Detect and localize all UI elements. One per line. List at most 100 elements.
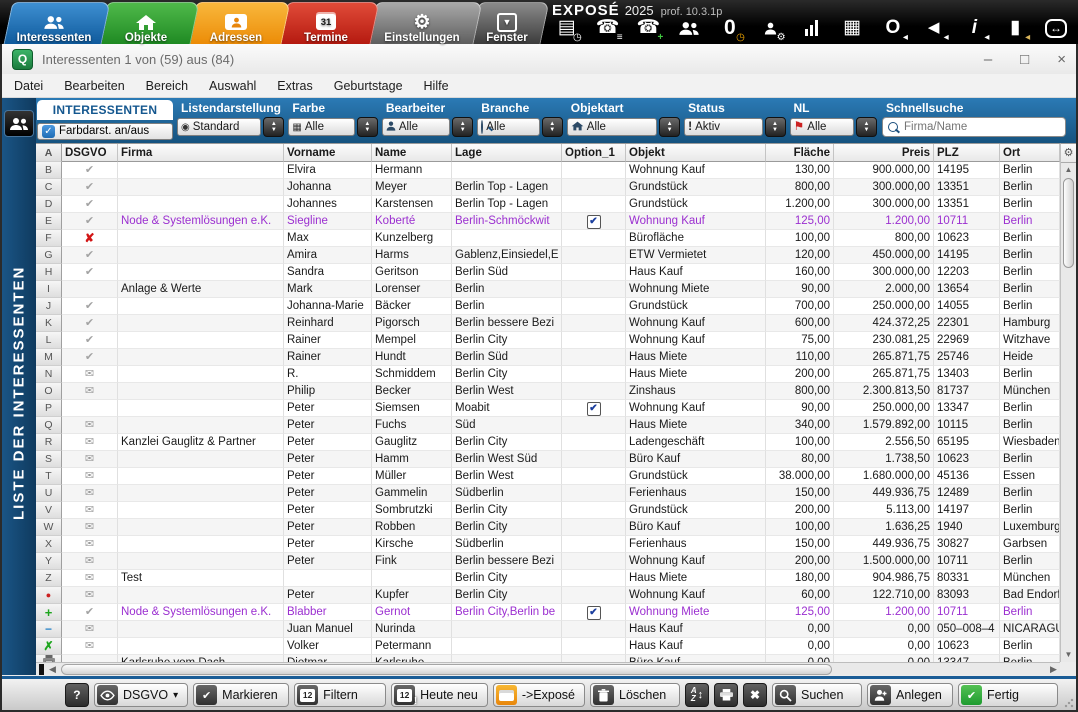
cell-objekt[interactable]: Ferienhaus [626,536,766,553]
toolbar-button-heute-neu[interactable]: 12! Heute neu [391,683,488,707]
cell-vorname[interactable]: Peter [284,536,372,553]
cell-vorname[interactable]: Siegline [284,213,372,230]
cell-ort[interactable]: Berlin [1000,298,1060,315]
cell-option1[interactable] [562,196,626,213]
cell-flaeche[interactable]: 150,00 [766,536,834,553]
cell-plz[interactable]: 10711 [934,604,1000,621]
cell-plz[interactable]: 14055 [934,298,1000,315]
cell-objekt[interactable]: Wohnung Kauf [626,587,766,604]
cell-plz[interactable]: 12489 [934,485,1000,502]
main-tab-termine[interactable]: 31 Termine [278,0,380,44]
cell-vorname[interactable]: Reinhard [284,315,372,332]
cell-dsgvo[interactable] [62,400,118,417]
cell-vorname[interactable]: Peter [284,468,372,485]
cell-name[interactable]: Kunzelberg [372,230,452,247]
cell-objekt[interactable]: Grundstück [626,298,766,315]
option1-checkbox-icon[interactable]: ✔ [586,606,601,620]
cell-preis[interactable]: 300.000,00 [834,196,934,213]
cell-objekt[interactable]: Wohnung Miete [626,604,766,621]
cell-firma[interactable] [118,468,284,485]
cell-preis[interactable]: 300.000,00 [834,264,934,281]
column-header-lage[interactable]: Lage [452,144,562,162]
scroll-left-icon[interactable]: ◀ [46,664,59,675]
column-header-preis[interactable]: Preis [834,144,934,162]
filter-spinner-icon[interactable]: ▲ ▼ [764,117,786,137]
remote-access-icon[interactable]: ↔ [1042,14,1070,42]
cell-preis[interactable]: 230.081,25 [834,332,934,349]
cell-vorname[interactable] [284,570,372,587]
cell-vorname[interactable]: Max [284,230,372,247]
cell-vorname[interactable]: Johannes [284,196,372,213]
filter-spinner-icon[interactable]: ▲ ▼ [263,117,285,137]
cell-firma[interactable]: Anlage & Werte [118,281,284,298]
cell-name[interactable]: Müller [372,468,452,485]
outlook-icon[interactable]: O ◂ [879,14,908,43]
cell-plz[interactable]: 25746 [934,349,1000,366]
column-header-plz[interactable]: PLZ [934,144,1000,162]
cell-plz[interactable]: 22969 [934,332,1000,349]
cell-name[interactable]: Kupfer [372,587,452,604]
cell-lage[interactable]: Südberlin [452,536,562,553]
cell-flaeche[interactable]: 60,00 [766,587,834,604]
cell-dsgvo[interactable]: ✉ [62,383,118,400]
main-tab-interessenten[interactable]: Interessenten [3,0,111,44]
cell-option1[interactable] [562,553,626,570]
cell-lage[interactable]: Süd [452,417,562,434]
cell-name[interactable]: Petermann [372,638,452,655]
cell-dsgvo[interactable]: ✉ [62,468,118,485]
column-header-vorname[interactable]: Vorname [284,144,372,162]
alpha-index-dot[interactable]: ● [36,587,62,604]
phone-list-icon[interactable]: ☎ ≡ [594,14,623,43]
cell-ort[interactable]: Berlin [1000,502,1060,519]
vertical-scrollbar[interactable]: ⚙ ▲ ▼ [1060,143,1076,662]
main-tab-fenster[interactable]: ▼ Fenster [470,0,550,44]
cell-option1[interactable] [562,179,626,196]
cell-dsgvo[interactable]: ✉ [62,638,118,655]
cell-plz[interactable]: 10711 [934,553,1000,570]
alpha-index-J[interactable]: J [36,298,62,315]
cell-vorname[interactable]: Johanna-Marie [284,298,372,315]
cell-name[interactable]: Karstensen [372,196,452,213]
cell-firma[interactable] [118,230,284,247]
cell-vorname[interactable]: Peter [284,485,372,502]
cell-plz[interactable]: 81737 [934,383,1000,400]
cell-objekt[interactable]: Wohnung Kauf [626,553,766,570]
tab-interessenten[interactable]: INTERESSENTEN [37,100,173,120]
cell-vorname[interactable]: Johanna [284,179,372,196]
cell-preis[interactable]: 449.936,75 [834,485,934,502]
cell-flaeche[interactable]: 100,00 [766,230,834,247]
cell-flaeche[interactable]: 700,00 [766,298,834,315]
toolbar-button-anlegen[interactable]: Anlegen [867,683,953,707]
cell-ort[interactable]: Berlin [1000,417,1060,434]
cell-ort[interactable]: Berlin [1000,196,1060,213]
cell-objekt[interactable]: Wohnung Miete [626,281,766,298]
cell-name[interactable] [372,570,452,587]
alpha-index-L[interactable]: L [36,332,62,349]
cell-option1[interactable]: ✔ [562,400,626,417]
cell-name[interactable]: Hermann [372,162,452,179]
menu-item-bearbeiten[interactable]: Bearbeiten [64,79,124,93]
alpha-index-Y[interactable]: Y [36,553,62,570]
cell-vorname[interactable]: Mark [284,281,372,298]
column-settings-gear-icon[interactable]: ⚙ [1061,144,1076,163]
cell-ort[interactable]: Berlin [1000,604,1060,621]
cell-objekt[interactable]: Wohnung Kauf [626,332,766,349]
column-header-option_1[interactable]: Option_1 [562,144,626,162]
filter-dropdown-bearbeiter[interactable]: Alle [381,118,451,136]
cell-lage[interactable]: Berlin Süd [452,264,562,281]
alpha-index-W[interactable]: W [36,519,62,536]
toolbar-button-suchen[interactable]: Suchen [772,683,862,707]
cell-firma[interactable]: Node & Systemlösungen e.K. [118,604,284,621]
cell-name[interactable]: Gernot [372,604,452,621]
cell-name[interactable]: Hamm [372,451,452,468]
cell-flaeche[interactable]: 180,00 [766,570,834,587]
cell-lage[interactable]: Berlin City [452,587,562,604]
cell-firma[interactable]: Node & Systemlösungen e.K. [118,213,284,230]
vertical-scroll-thumb[interactable] [1063,178,1074,268]
cell-lage[interactable]: Berlin Top - Lagen [452,196,562,213]
cell-dsgvo[interactable]: ✉ [62,536,118,553]
toolbar-button-filtern[interactable]: 12 Filtern [294,683,387,707]
cell-firma[interactable] [118,502,284,519]
cell-vorname[interactable]: Peter [284,417,372,434]
cell-firma[interactable] [118,417,284,434]
